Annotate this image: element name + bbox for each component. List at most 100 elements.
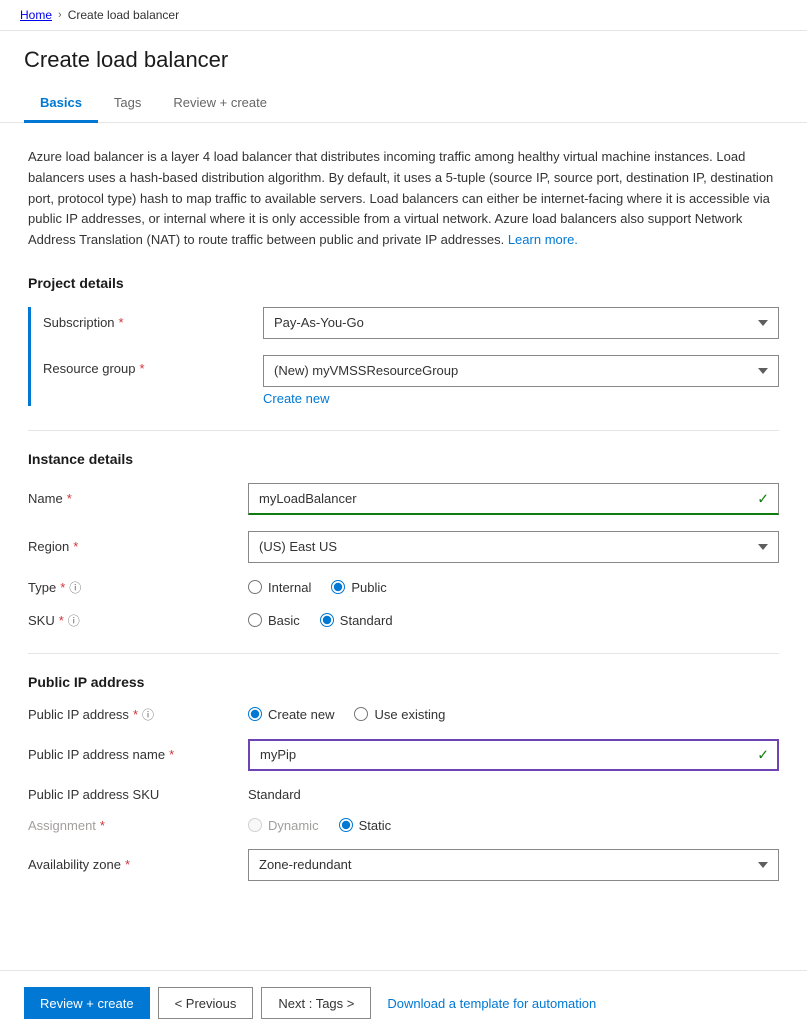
public-ip-radio-group: Create new Use existing	[248, 707, 779, 722]
availability-zone-label: Availability zone *	[28, 857, 248, 872]
sku-control: Basic Standard	[248, 613, 779, 628]
region-label: Region *	[28, 539, 248, 554]
breadcrumb-current: Create load balancer	[68, 8, 179, 22]
page-title: Create load balancer	[24, 47, 783, 73]
name-required: *	[67, 491, 72, 506]
assignment-control: Dynamic Static	[248, 818, 779, 833]
type-internal-radio[interactable]	[248, 580, 262, 594]
breadcrumb-home[interactable]: Home	[20, 8, 52, 22]
page-header: Create load balancer	[0, 31, 807, 85]
public-ip-radio-row: Public IP address * ⓘ Create new Use exi…	[28, 706, 779, 723]
pip-input-container: ✓	[248, 739, 779, 771]
create-new-radio[interactable]	[248, 707, 262, 721]
instance-details-title: Instance details	[28, 451, 779, 467]
assignment-label: Assignment *	[28, 818, 248, 833]
static-radio[interactable]	[339, 818, 353, 832]
subscription-label: Subscription *	[43, 315, 263, 330]
public-ip-section: Public IP address Public IP address * ⓘ …	[28, 674, 779, 881]
availability-zone-select[interactable]: Zone-redundant	[248, 849, 779, 881]
type-row: Type * ⓘ Internal Public	[28, 579, 779, 596]
sku-label: SKU * ⓘ	[28, 612, 248, 629]
instance-details-section: Instance details Name * ✓ Region	[28, 451, 779, 629]
create-new-label: Create new	[268, 707, 334, 722]
availability-zone-row: Availability zone * Zone-redundant	[28, 849, 779, 881]
assignment-required: *	[100, 818, 105, 833]
pip-check-icon: ✓	[757, 746, 769, 763]
breadcrumb-separator: ›	[58, 9, 62, 21]
use-existing-radio[interactable]	[354, 707, 368, 721]
subscription-select[interactable]: Pay-As-You-Go	[263, 307, 779, 339]
public-ip-name-required: *	[169, 747, 174, 762]
public-ip-info-icon[interactable]: ⓘ	[142, 706, 154, 723]
type-internal-option[interactable]: Internal	[248, 580, 311, 595]
name-row: Name * ✓	[28, 483, 779, 515]
create-new-resource-group-link[interactable]: Create new	[263, 391, 329, 406]
resource-group-control: (New) myVMSSResourceGroup Create new	[263, 355, 779, 406]
public-ip-name-control: ✓	[248, 739, 779, 771]
divider-1	[28, 430, 779, 431]
next-button[interactable]: Next : Tags >	[261, 987, 371, 1019]
type-public-radio[interactable]	[331, 580, 345, 594]
breadcrumb: Home › Create load balancer	[0, 0, 807, 31]
public-ip-name-row: Public IP address name * ✓	[28, 739, 779, 771]
assignment-radio-group: Dynamic Static	[248, 818, 779, 833]
sku-standard-radio[interactable]	[320, 613, 334, 627]
tabs-bar: Basics Tags Review + create	[0, 85, 807, 123]
previous-button[interactable]: < Previous	[158, 987, 254, 1019]
content-spacer	[0, 950, 807, 971]
resource-group-select[interactable]: (New) myVMSSResourceGroup	[263, 355, 779, 387]
create-new-option[interactable]: Create new	[248, 707, 334, 722]
public-ip-sku-label: Public IP address SKU	[28, 787, 248, 802]
type-radio-group: Internal Public	[248, 580, 779, 595]
type-public-option[interactable]: Public	[331, 580, 386, 595]
dynamic-label: Dynamic	[268, 818, 319, 833]
resource-group-required: *	[140, 361, 145, 376]
name-check-icon: ✓	[757, 490, 769, 507]
subscription-row: Subscription * Pay-As-You-Go	[43, 307, 779, 339]
type-info-icon[interactable]: ⓘ	[69, 579, 81, 596]
type-control: Internal Public	[248, 580, 779, 595]
sku-standard-label: Standard	[340, 613, 393, 628]
sku-required: *	[59, 613, 64, 628]
name-input[interactable]	[248, 483, 779, 515]
region-select[interactable]: (US) East US	[248, 531, 779, 563]
description-text: Azure load balancer is a layer 4 load ba…	[28, 147, 779, 251]
subscription-control: Pay-As-You-Go	[263, 307, 779, 339]
static-option[interactable]: Static	[339, 818, 392, 833]
sku-standard-option[interactable]: Standard	[320, 613, 393, 628]
sku-row: SKU * ⓘ Basic Standard	[28, 612, 779, 629]
public-ip-radio-control: Create new Use existing	[248, 707, 779, 722]
public-ip-sku-value: Standard	[248, 787, 779, 802]
public-ip-sku-text: Standard	[248, 787, 301, 802]
use-existing-option[interactable]: Use existing	[354, 707, 445, 722]
availability-zone-control: Zone-redundant	[248, 849, 779, 881]
static-label: Static	[359, 818, 392, 833]
type-label: Type * ⓘ	[28, 579, 248, 596]
use-existing-label: Use existing	[374, 707, 445, 722]
project-details-container: Subscription * Pay-As-You-Go Resource gr…	[28, 307, 779, 406]
tab-tags[interactable]: Tags	[98, 85, 157, 123]
download-template-link[interactable]: Download a template for automation	[387, 996, 596, 1011]
sku-basic-radio[interactable]	[248, 613, 262, 627]
divider-2	[28, 653, 779, 654]
dynamic-radio[interactable]	[248, 818, 262, 832]
resource-group-row: Resource group * (New) myVMSSResourceGro…	[43, 355, 779, 406]
learn-more-link[interactable]: Learn more.	[508, 232, 578, 247]
public-ip-sku-row: Public IP address SKU Standard	[28, 787, 779, 802]
subscription-required: *	[119, 315, 124, 330]
tab-review-create[interactable]: Review + create	[157, 85, 283, 123]
sku-radio-group: Basic Standard	[248, 613, 779, 628]
region-control: (US) East US	[248, 531, 779, 563]
tab-basics[interactable]: Basics	[24, 85, 98, 123]
dynamic-option[interactable]: Dynamic	[248, 818, 319, 833]
availability-zone-required: *	[125, 857, 130, 872]
name-label: Name *	[28, 491, 248, 506]
public-ip-title: Public IP address	[28, 674, 779, 690]
project-details-section: Project details Subscription * Pay-As-Yo…	[28, 275, 779, 406]
public-ip-radio-label: Public IP address * ⓘ	[28, 706, 248, 723]
public-ip-name-input[interactable]	[248, 739, 779, 771]
resource-group-label: Resource group *	[43, 355, 263, 376]
sku-basic-option[interactable]: Basic	[248, 613, 300, 628]
sku-info-icon[interactable]: ⓘ	[68, 612, 80, 629]
review-create-button[interactable]: Review + create	[24, 987, 150, 1019]
